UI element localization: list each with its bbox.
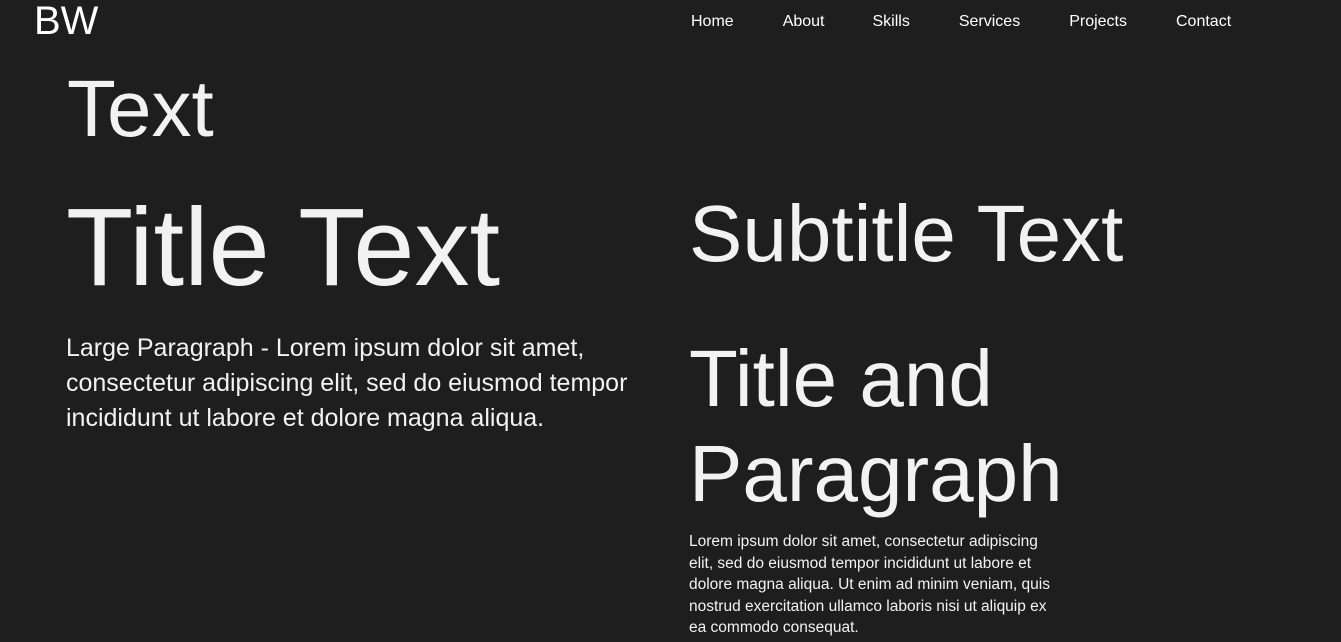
nav-link-skills[interactable]: Skills: [873, 12, 910, 32]
large-paragraph: Large Paragraph - Lorem ipsum dolor sit …: [66, 334, 628, 432]
nav-link-services[interactable]: Services: [959, 12, 1020, 32]
nav-link-home[interactable]: Home: [691, 12, 734, 32]
page: BW Home About Skills Services Projects C…: [0, 0, 1341, 642]
title-text: Title Text: [66, 186, 501, 309]
heading-text: Text: [67, 64, 214, 153]
nav-link-about[interactable]: About: [783, 12, 825, 32]
nav-link-projects[interactable]: Projects: [1069, 12, 1127, 32]
body-paragraph: Lorem ipsum dolor sit amet, consectetur …: [689, 533, 1050, 636]
main-nav: Home About Skills Services Projects Cont…: [691, 12, 1231, 32]
logo[interactable]: BW: [34, 0, 98, 45]
nav-link-contact[interactable]: Contact: [1176, 12, 1231, 32]
title-and-paragraph-heading: Title and Paragraph: [689, 334, 1063, 518]
subtitle-text: Subtitle Text: [689, 189, 1124, 278]
